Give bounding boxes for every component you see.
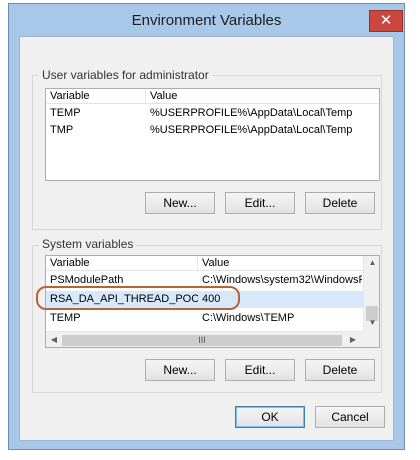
scrollbar-corner [363, 331, 379, 347]
horizontal-scroll-thumb[interactable]: III [62, 335, 342, 346]
system-variables-group-label: System variables [39, 237, 137, 251]
system-column-header-value[interactable]: Value [198, 256, 363, 271]
ok-button[interactable]: OK [235, 406, 305, 428]
highlight-annotation [36, 286, 240, 310]
user-column-header-value[interactable]: Value [146, 89, 379, 104]
system-list-horizontal-scrollbar[interactable]: ◀ III ▶ [46, 331, 363, 347]
cancel-button[interactable]: Cancel [315, 406, 385, 428]
variable-name: TMP [50, 124, 74, 136]
user-variables-list[interactable]: Variable Value TEMP %USERPROFILE%\AppDat… [45, 88, 380, 181]
dialog-client-area: User variables for administrator Variabl… [19, 36, 394, 441]
system-column-header-variable[interactable]: Variable [46, 256, 198, 271]
user-variable-row[interactable]: TMP %USERPROFILE%\AppData\Local\Temp [46, 122, 379, 139]
variable-value: %USERPROFILE%\AppData\Local\Temp [150, 107, 353, 119]
system-edit-button[interactable]: Edit... [225, 359, 295, 381]
scroll-down-arrow-icon[interactable]: ▼ [364, 318, 379, 327]
user-delete-button[interactable]: Delete [305, 192, 375, 214]
user-new-button[interactable]: New... [145, 192, 215, 214]
variable-name: TEMP [50, 312, 81, 324]
variable-value: %USERPROFILE%\AppData\Local\Temp [150, 124, 353, 136]
system-delete-button[interactable]: Delete [305, 359, 375, 381]
system-list-vertical-scrollbar[interactable]: ▲ ▼ [363, 256, 379, 331]
user-variables-group-label: User variables for administrator [39, 68, 212, 82]
user-edit-button[interactable]: Edit... [225, 192, 295, 214]
scroll-up-arrow-icon[interactable]: ▲ [364, 258, 379, 267]
dialog-window: Environment Variables ✕ User variables f… [8, 3, 405, 450]
close-icon[interactable]: ✕ [369, 10, 403, 32]
scroll-left-arrow-icon[interactable]: ◀ [49, 335, 59, 344]
variable-name: TEMP [50, 107, 81, 119]
user-column-header-variable[interactable]: Variable [46, 89, 146, 104]
user-variable-row[interactable]: TEMP %USERPROFILE%\AppData\Local\Temp [46, 105, 379, 122]
system-variable-row[interactable]: TEMP C:\Windows\TEMP [46, 310, 363, 327]
system-new-button[interactable]: New... [145, 359, 215, 381]
scroll-right-arrow-icon[interactable]: ▶ [348, 335, 358, 344]
variable-value: C:\Windows\TEMP [202, 312, 295, 322]
window-title: Environment Variables [131, 12, 282, 29]
